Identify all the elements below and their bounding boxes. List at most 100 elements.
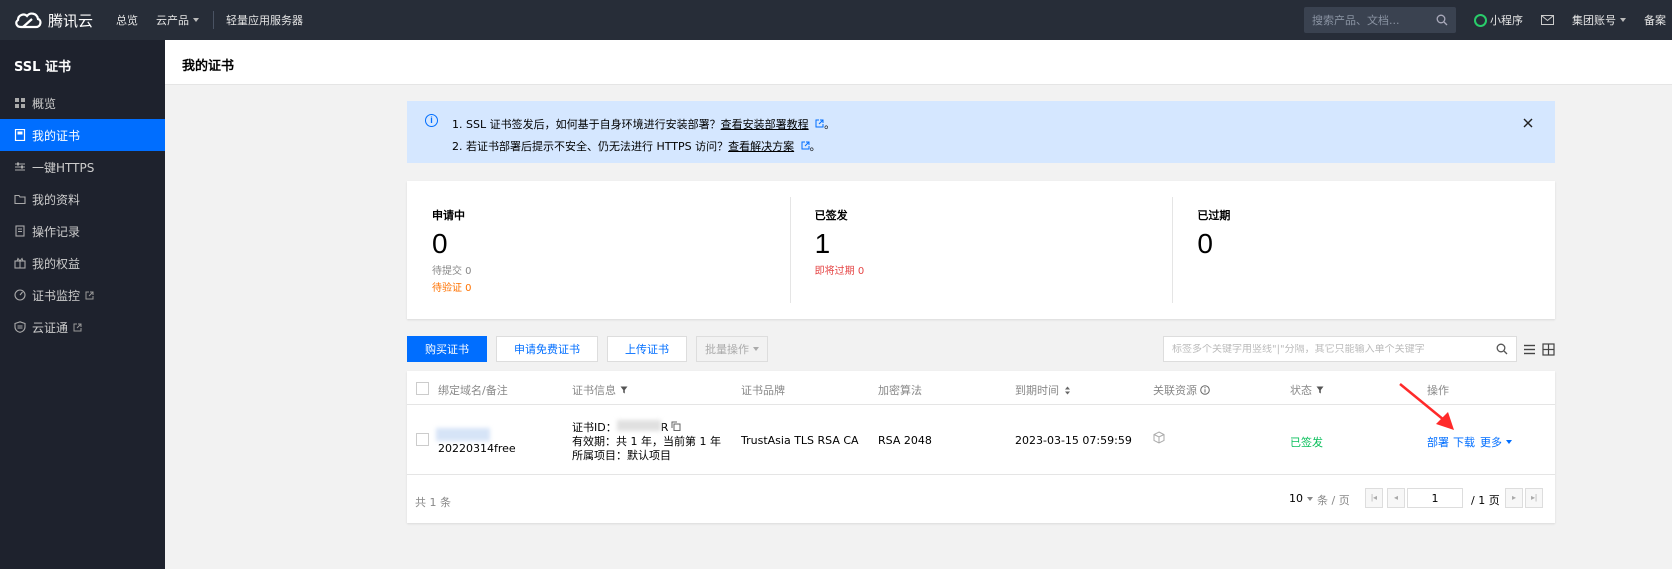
alert-text: 2. 若证书部署后提示不安全、仍无法进行 HTTPS 访问？ bbox=[452, 140, 729, 153]
external-link-icon[interactable] bbox=[815, 119, 824, 128]
nav-divider bbox=[213, 11, 214, 29]
page-number-input[interactable] bbox=[1407, 488, 1463, 508]
cert-expiry: 2023-03-15 07:59:59 bbox=[1015, 434, 1132, 447]
col-cert-info-label: 证书信息 bbox=[572, 384, 616, 397]
download-link[interactable]: 下载 bbox=[1453, 434, 1475, 450]
search-icon[interactable] bbox=[1436, 14, 1448, 26]
sidebar-item-my-certs[interactable]: 我的证书 bbox=[0, 119, 165, 151]
chevron-down-icon bbox=[1620, 18, 1626, 22]
top-navbar: 腾讯云 总览 云产品 轻量应用服务器 小程序 集团账号 备案 bbox=[0, 0, 1672, 40]
col-resources: 关联资源 bbox=[1153, 382, 1210, 398]
last-page-button[interactable]: ▸| bbox=[1525, 488, 1543, 508]
col-cert-info[interactable]: 证书信息 bbox=[572, 382, 628, 398]
sidebar-item-monitor[interactable]: 证书监控 bbox=[0, 279, 165, 311]
domain-note: 20220314free bbox=[438, 442, 516, 455]
nav-lighthouse[interactable]: 轻量应用服务器 bbox=[226, 12, 303, 28]
page-header: 我的证书 bbox=[165, 40, 1672, 85]
stat-sub-to-verify[interactable]: 待验证 0 bbox=[432, 279, 765, 294]
total-pages: / 1 页 bbox=[1471, 494, 1500, 507]
cert-search[interactable] bbox=[1163, 336, 1517, 362]
alert-text: 1. SSL 证书签发后，如何基于自身环境进行安装部署？ bbox=[452, 118, 721, 131]
cert-algorithm: RSA 2048 bbox=[878, 434, 932, 447]
grid-icon bbox=[15, 98, 25, 108]
col-status[interactable]: 状态 bbox=[1290, 382, 1324, 398]
sidebar-item-materials[interactable]: 我的资料 bbox=[0, 183, 165, 215]
cert-project: 所属项目：默认项目 bbox=[572, 449, 671, 462]
info-icon[interactable] bbox=[1200, 385, 1210, 395]
sidebar-item-label: 云证通 bbox=[32, 320, 69, 335]
sort-icon[interactable] bbox=[1064, 386, 1071, 395]
more-label: 更多 bbox=[1480, 436, 1502, 449]
search-icon[interactable] bbox=[1496, 343, 1508, 355]
batch-actions-button[interactable]: 批量操作 bbox=[696, 336, 768, 362]
apply-free-cert-button[interactable]: 申请免费证书 bbox=[496, 336, 598, 362]
close-icon[interactable] bbox=[1523, 118, 1533, 128]
global-search[interactable] bbox=[1304, 7, 1456, 33]
sidebar-item-logs[interactable]: 操作记录 bbox=[0, 215, 165, 247]
miniprogram-icon bbox=[1474, 13, 1487, 27]
miniprogram-link[interactable]: 小程序 bbox=[1474, 12, 1523, 28]
sidebar-item-label: 我的资料 bbox=[32, 192, 81, 207]
info-alert: i 1. SSL 证书签发后，如何基于自身环境进行安装部署？查看安装部署教程 。… bbox=[407, 101, 1555, 163]
col-expiry[interactable]: 到期时间 bbox=[1015, 382, 1071, 398]
prev-page-button[interactable]: ◂ bbox=[1387, 488, 1405, 508]
filter-icon[interactable] bbox=[620, 386, 628, 394]
solution-link[interactable]: 查看解决方案 bbox=[728, 140, 794, 153]
nav-products[interactable]: 云产品 bbox=[156, 12, 199, 28]
deploy-link[interactable]: 部署 bbox=[1427, 434, 1449, 450]
sidebar: SSL 证书 概览 我的证书 一键HTTPS 我的资料 操作记录 我的权益 证书… bbox=[0, 40, 165, 569]
stat-title: 已签发 bbox=[814, 209, 848, 222]
cert-search-input[interactable] bbox=[1172, 343, 1496, 355]
filter-icon[interactable] bbox=[1316, 386, 1324, 394]
first-page-button[interactable]: |◂ bbox=[1365, 488, 1383, 508]
page-title: 我的证书 bbox=[182, 59, 235, 74]
stat-sub-to-submit[interactable]: 待提交 0 bbox=[432, 262, 765, 277]
shield-icon bbox=[14, 321, 26, 333]
sidebar-item-label: 概览 bbox=[32, 96, 57, 111]
stat-value[interactable]: 0 bbox=[1197, 228, 1530, 260]
stat-sub-expiring[interactable]: 即将过期 0 bbox=[815, 262, 1148, 277]
stat-issued: 已签发 1 即将过期 0 bbox=[789, 181, 1173, 319]
row-checkbox[interactable] bbox=[416, 433, 429, 446]
total-count: 共 1 条 bbox=[415, 496, 451, 509]
logo[interactable]: 腾讯云 bbox=[0, 10, 108, 31]
next-page-button[interactable]: ▸ bbox=[1505, 488, 1523, 508]
chevron-down-icon bbox=[753, 347, 759, 351]
copy-icon[interactable] bbox=[671, 421, 681, 431]
mail-icon[interactable] bbox=[1541, 15, 1554, 25]
stat-value[interactable]: 0 bbox=[432, 228, 765, 260]
sidebar-item-https[interactable]: 一键HTTPS bbox=[0, 151, 165, 183]
sidebar-item-yunzhengtong[interactable]: 云证通 bbox=[0, 311, 165, 343]
external-link-icon[interactable] bbox=[801, 141, 810, 150]
sidebar-item-label: 我的权益 bbox=[32, 256, 81, 271]
stat-expired: 已过期 0 bbox=[1172, 181, 1555, 319]
stat-value[interactable]: 1 bbox=[815, 228, 1148, 260]
table-header: 绑定域名/备注 证书信息 证书品牌 加密算法 到期时间 关联资源 状态 操作 bbox=[407, 371, 1555, 405]
domain-blurred[interactable] bbox=[436, 428, 492, 441]
sidebar-item-overview[interactable]: 概览 bbox=[0, 87, 165, 119]
account-menu[interactable]: 集团账号 bbox=[1572, 12, 1626, 28]
select-all-checkbox[interactable] bbox=[416, 382, 429, 395]
sidebar-item-benefits[interactable]: 我的权益 bbox=[0, 247, 165, 279]
alert-period: 。 bbox=[809, 140, 821, 153]
document-icon bbox=[15, 225, 25, 237]
upload-cert-button[interactable]: 上传证书 bbox=[607, 336, 687, 362]
cube-icon[interactable] bbox=[1153, 431, 1165, 444]
beian-link[interactable]: 备案 bbox=[1644, 12, 1666, 28]
certificate-icon bbox=[14, 129, 26, 141]
chevron-down-icon bbox=[193, 18, 199, 22]
more-menu[interactable]: 更多 bbox=[1480, 434, 1512, 450]
buy-cert-button[interactable]: 购买证书 bbox=[407, 336, 487, 362]
page-size-select[interactable]: 10 bbox=[1289, 492, 1313, 505]
nav-overview[interactable]: 总览 bbox=[116, 12, 138, 28]
col-algorithm: 加密算法 bbox=[878, 384, 922, 397]
alert-period: 。 bbox=[824, 118, 836, 131]
global-search-input[interactable] bbox=[1312, 13, 1436, 27]
status-badge: 已签发 bbox=[1290, 436, 1323, 449]
page-size-value: 10 bbox=[1289, 492, 1303, 505]
col-expiry-label: 到期时间 bbox=[1015, 384, 1059, 397]
install-guide-link[interactable]: 查看安装部署教程 bbox=[721, 118, 809, 131]
list-view-icon[interactable] bbox=[1523, 343, 1536, 356]
grid-view-icon[interactable] bbox=[1542, 342, 1555, 356]
alert-line-2: 2. 若证书部署后提示不安全、仍无法进行 HTTPS 访问？查看解决方案 。 bbox=[452, 138, 821, 154]
